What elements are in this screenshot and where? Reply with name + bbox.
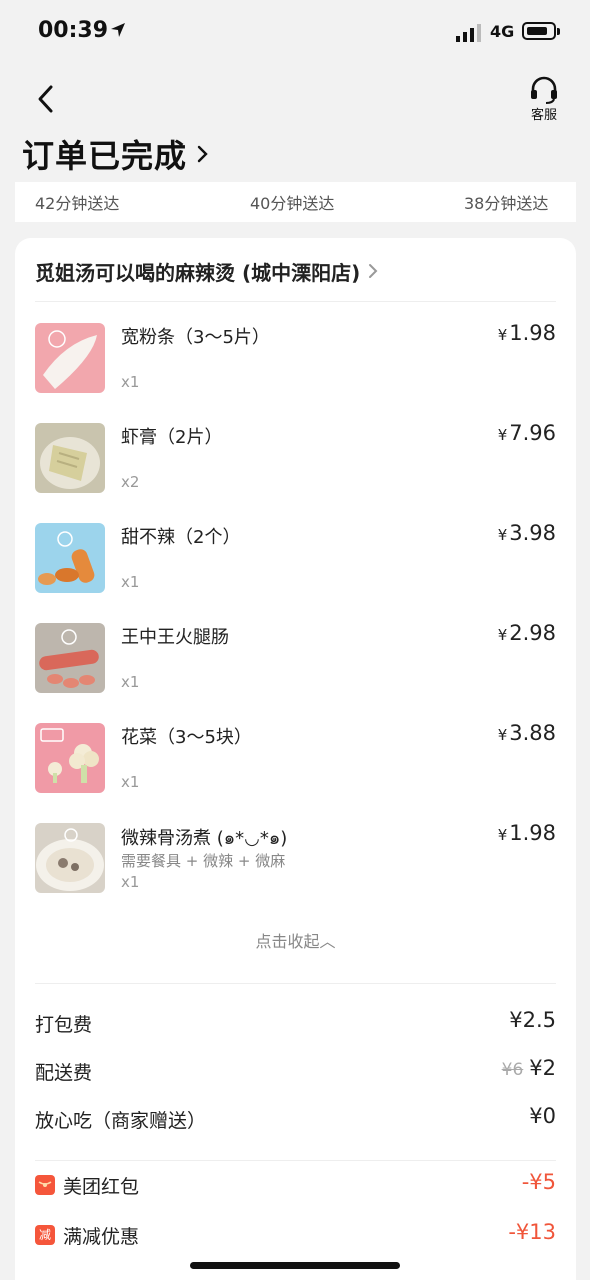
divider <box>35 983 556 984</box>
item-quantity: x1 <box>121 673 140 691</box>
battery-icon <box>522 22 556 40</box>
back-arrow-icon <box>38 85 53 113</box>
customer-service-label: 客服 <box>530 108 557 123</box>
currency-symbol: ¥ <box>497 326 508 344</box>
item-thumbnail <box>35 423 105 493</box>
chevron-right-icon <box>197 145 208 163</box>
item-name: 虾膏（2片） <box>121 427 223 448</box>
currency-symbol: ¥ <box>497 426 508 444</box>
fee-row-packaging: 打包费 ¥2.5 <box>35 1008 556 1038</box>
page-title: 订单已完成 <box>22 137 188 175</box>
currency-symbol: ¥ <box>497 826 508 844</box>
eta-option: 38分钟送达 <box>464 194 549 213</box>
item-quantity: x1 <box>121 873 140 891</box>
item-quantity: x1 <box>121 373 140 391</box>
eta-option: 40分钟送达 <box>250 194 335 213</box>
item-price: ¥3.98 <box>498 521 556 545</box>
currency-symbol: ¥ <box>497 626 508 644</box>
battery-nub <box>557 28 560 35</box>
order-item: 宽粉条（3～5片） x1 ¥1.98 <box>35 321 556 399</box>
item-price: ¥1.98 <box>498 821 556 845</box>
headset-icon <box>531 76 557 104</box>
status-bar: 00:39 4G <box>0 0 590 64</box>
discount-label: 美团红包 <box>63 1176 140 1198</box>
chevron-right-icon <box>369 264 378 278</box>
divider <box>35 1160 556 1161</box>
order-item: 微辣骨汤煮 (๑*◡*๑) 需要餐具 + 微辣 + 微麻 x1 ¥1.98 <box>35 821 556 899</box>
order-item: 虾膏（2片） x2 ¥7.96 <box>35 421 556 499</box>
item-thumbnail <box>35 323 105 393</box>
order-item: 甜不辣（2个） x1 ¥3.98 <box>35 521 556 599</box>
fee-label: 放心吃（商家赠送） <box>35 1110 207 1132</box>
network-type: 4G <box>490 22 515 41</box>
item-name: 微辣骨汤煮 (๑*◡*๑) <box>121 828 288 849</box>
shop-name: 觅姐汤可以喝的麻辣烫 (城中溧阳店) <box>35 260 361 285</box>
item-price: ¥2.98 <box>498 621 556 645</box>
order-item: 王中王火腿肠 x1 ¥2.98 <box>35 621 556 699</box>
item-price-value: 3.98 <box>509 521 556 545</box>
currency-symbol: ¥ <box>497 526 508 544</box>
item-price-value: 7.96 <box>509 421 556 445</box>
signal-icon <box>456 24 481 42</box>
item-price-value: 3.88 <box>509 721 556 745</box>
item-thumbnail <box>35 723 105 793</box>
divider <box>35 301 556 302</box>
fee-value: ¥2 <box>529 1056 556 1080</box>
collapse-items-button[interactable]: 点击收起︿ <box>15 928 576 952</box>
fee-row-delivery: 配送费 ¥6 ¥2 <box>35 1056 556 1086</box>
fee-value: ¥2.5 <box>509 1008 556 1032</box>
item-name: 王中王火腿肠 <box>121 627 229 648</box>
customer-service-button[interactable]: 客服 <box>522 76 566 124</box>
item-name: 宽粉条（3～5片） <box>121 327 270 348</box>
fee-label: 配送费 <box>35 1062 93 1084</box>
discount-row-red-packet: 美团红包 -¥5 <box>35 1170 556 1200</box>
back-button[interactable] <box>30 82 64 116</box>
fee-row-insurance: 放心吃（商家赠送） ¥0 <box>35 1104 556 1134</box>
item-spec: 需要餐具 + 微辣 + 微麻 <box>121 852 286 870</box>
order-item: 花菜（3～5块） x1 ¥3.88 <box>35 721 556 799</box>
item-price-value: 2.98 <box>509 621 556 645</box>
fee-value-group: ¥6 ¥2 <box>502 1056 556 1080</box>
red-packet-icon <box>35 1175 55 1195</box>
location-arrow-icon <box>111 23 125 37</box>
discount-value: -¥5 <box>521 1170 556 1194</box>
discount-row-full-reduction: 减 满减优惠 -¥13 <box>35 1220 556 1250</box>
item-quantity: x1 <box>121 773 140 791</box>
item-price: ¥7.96 <box>498 421 556 445</box>
item-quantity: x2 <box>121 473 140 491</box>
order-status-title[interactable]: 订单已完成 <box>22 132 209 176</box>
discount-icon: 减 <box>35 1225 55 1245</box>
item-price: ¥1.98 <box>498 321 556 345</box>
original-fee: ¥6 <box>501 1060 524 1080</box>
item-price: ¥3.88 <box>498 721 556 745</box>
item-price-value: 1.98 <box>509 321 556 345</box>
eta-option: 42分钟送达 <box>35 194 120 213</box>
item-thumbnail <box>35 823 105 893</box>
eta-card: 42分钟送达 40分钟送达 38分钟送达 <box>15 182 576 222</box>
item-thumbnail <box>35 623 105 693</box>
home-indicator[interactable] <box>190 1262 400 1269</box>
shop-link[interactable]: 觅姐汤可以喝的麻辣烫 (城中溧阳店) <box>35 256 555 286</box>
item-name: 花菜（3～5块） <box>121 727 252 748</box>
currency-symbol: ¥ <box>497 726 508 744</box>
status-time: 00:39 <box>38 18 109 43</box>
item-name: 甜不辣（2个） <box>121 527 241 548</box>
fee-label: 打包费 <box>35 1014 93 1036</box>
item-quantity: x1 <box>121 573 140 591</box>
item-price-value: 1.98 <box>509 821 556 845</box>
discount-label: 满减优惠 <box>63 1226 140 1248</box>
item-thumbnail <box>35 523 105 593</box>
fee-value: ¥0 <box>529 1104 556 1128</box>
order-detail-card: 觅姐汤可以喝的麻辣烫 (城中溧阳店) 宽粉条（3～5片） x1 ¥1.98 虾膏… <box>15 238 576 1280</box>
discount-value: -¥13 <box>508 1220 556 1244</box>
